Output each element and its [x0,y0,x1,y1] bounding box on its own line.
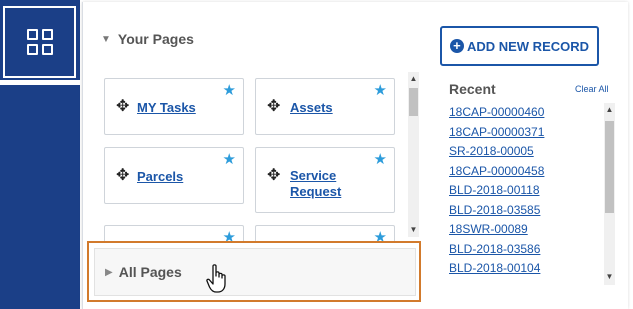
page-tile-my-tasks[interactable]: ✥ MY Tasks ★ [104,78,244,135]
page-tile-label[interactable]: MY Tasks [137,100,196,116]
star-icon[interactable]: ★ [223,83,236,98]
page-tile-label[interactable]: Request [290,184,341,200]
page-tile-label[interactable]: Parcels [137,169,183,185]
recent-list: 18CAP-00000460 18CAP-00000371 SR-2018-00… [449,103,599,279]
recent-item[interactable]: SR-2018-00005 [449,142,599,162]
recent-item[interactable]: 18CAP-00000371 [449,123,599,143]
nav-divider [0,80,80,85]
all-pages-toggle[interactable]: ▶ All Pages [94,248,416,296]
move-icon[interactable]: ✥ [116,168,129,184]
pages-scroll-thumb[interactable] [409,88,418,116]
plus-circle-icon: + [449,39,464,53]
page-tile-parcels[interactable]: ✥ Parcels ★ [104,147,244,204]
all-pages-highlight: ▶ All Pages [87,241,421,302]
all-pages-label: All Pages [118,264,182,280]
add-new-record-button[interactable]: + ADD NEW RECORD [440,26,599,66]
recent-item[interactable]: BLD-2018-00118 [449,181,599,201]
star-icon[interactable]: ★ [223,152,236,167]
move-icon[interactable]: ✥ [116,99,129,115]
star-icon[interactable]: ★ [374,152,387,167]
move-icon[interactable]: ✥ [267,99,280,115]
page-tile-label[interactable]: Service [290,168,336,184]
recent-item[interactable]: 18SWR-00089 [449,220,599,240]
scroll-up-arrow[interactable]: ▲ [408,75,419,83]
page-tile-service-request[interactable]: ✥ Service Request ★ [255,147,395,213]
grid-icon [26,29,53,55]
star-icon[interactable]: ★ [374,83,387,98]
page-tile-assets[interactable]: ✥ Assets ★ [255,78,395,135]
recent-item[interactable]: 18CAP-00000460 [449,103,599,123]
recent-item[interactable]: BLD-2018-03585 [449,201,599,221]
hand-cursor-icon [206,264,226,293]
recent-item[interactable]: BLD-2018-03586 [449,240,599,260]
page-tile-label[interactable]: Assets [290,100,333,116]
your-pages-toggle[interactable]: ▼ Your Pages [101,31,194,47]
recent-scroll-thumb[interactable] [605,121,614,213]
your-pages-label: Your Pages [117,31,194,47]
app-launcher-button[interactable] [3,6,76,78]
scroll-down-arrow[interactable]: ▼ [408,226,419,234]
triangle-right-icon: ▶ [105,266,113,278]
triangle-down-icon: ▼ [101,33,111,45]
move-icon[interactable]: ✥ [267,168,280,184]
scroll-down-arrow[interactable]: ▼ [604,273,615,281]
clear-all-link[interactable]: Clear All [575,84,609,94]
recent-title: Recent [449,81,496,97]
scroll-up-arrow[interactable]: ▲ [604,106,615,114]
recent-item[interactable]: 18CAP-00000458 [449,162,599,182]
add-new-record-label: ADD NEW RECORD [466,38,590,54]
recent-item[interactable]: BLD-2018-00104 [449,259,599,279]
